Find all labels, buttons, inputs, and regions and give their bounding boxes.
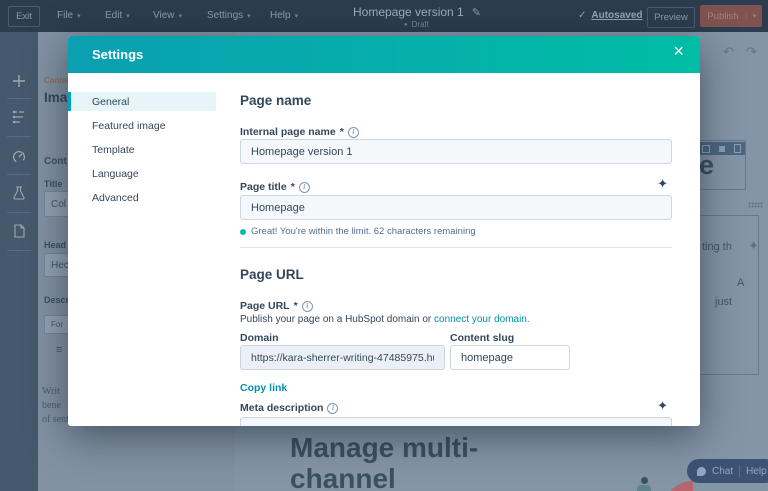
page-title-input[interactable] bbox=[240, 195, 672, 220]
menu-help[interactable]: Help ▾ bbox=[270, 10, 298, 21]
publish-button[interactable]: Publish ▾ bbox=[700, 5, 762, 27]
title-length-feedback: Great! You're within the limit. 62 chara… bbox=[240, 226, 476, 237]
divider bbox=[7, 98, 31, 99]
page-url-label: Page URL * i bbox=[240, 300, 313, 312]
check-icon: ✓ bbox=[578, 10, 587, 21]
nav-item-advanced[interactable]: Advanced bbox=[68, 188, 216, 207]
content-slug-label: Content slug bbox=[450, 332, 515, 344]
panel-heading: Ima bbox=[44, 90, 68, 105]
page-document-icon[interactable] bbox=[12, 224, 26, 243]
domain-input[interactable] bbox=[240, 345, 445, 370]
domain-label: Domain bbox=[240, 332, 279, 344]
nav-item-template[interactable]: Template bbox=[68, 140, 216, 159]
illustration-person-body bbox=[637, 485, 651, 491]
preview-button[interactable]: Preview bbox=[647, 7, 695, 28]
chat-help-widget[interactable]: Chat Help bbox=[687, 459, 768, 483]
meta-description-textarea[interactable] bbox=[240, 417, 672, 426]
add-module-icon[interactable] bbox=[12, 74, 26, 93]
divider bbox=[7, 136, 31, 137]
chevron-down-icon: ▾ bbox=[77, 12, 81, 20]
hubspot-page-editor: Exit File ▾ Edit ▾ View ▾ Settings ▾ Hel… bbox=[0, 0, 768, 491]
divider bbox=[240, 247, 672, 248]
ai-sparkle-icon[interactable]: ✦ bbox=[657, 176, 668, 192]
chevron-down-icon: ▾ bbox=[126, 12, 130, 20]
draft-status: ● Draft bbox=[404, 20, 429, 29]
text-fragment[interactable]: just bbox=[715, 296, 732, 308]
info-icon[interactable]: i bbox=[298, 181, 310, 193]
internal-page-name-input[interactable] bbox=[240, 139, 672, 164]
chat-bubble-icon bbox=[697, 466, 706, 476]
nav-item-featured-image[interactable]: Featured image bbox=[68, 116, 216, 135]
chevron-down-icon: ▾ bbox=[247, 12, 251, 20]
nav-item-general[interactable]: General bbox=[68, 92, 216, 111]
required-asterisk: * bbox=[339, 126, 344, 138]
undo-icon[interactable]: ↶ bbox=[723, 44, 734, 60]
heading-fragment[interactable]: e bbox=[699, 150, 714, 181]
success-dot-icon bbox=[240, 228, 246, 235]
optimize-gauge-icon[interactable] bbox=[12, 150, 26, 169]
section-heading-page-url: Page URL bbox=[240, 267, 304, 282]
hero-heading[interactable]: Manage multi- channel bbox=[290, 432, 478, 491]
autosaved-indicator[interactable]: ✓ Autosaved bbox=[578, 10, 643, 21]
field-label: Title bbox=[44, 179, 63, 189]
drag-handle-icon[interactable] bbox=[748, 202, 763, 208]
publish-dropdown-caret-icon[interactable]: ▾ bbox=[746, 12, 762, 20]
ai-sparkle-icon[interactable]: ✦ bbox=[657, 398, 668, 414]
pencil-icon[interactable]: ✎ bbox=[472, 6, 481, 19]
divider bbox=[7, 174, 31, 175]
field-label: Descr bbox=[44, 295, 70, 305]
field-label: Head bbox=[44, 240, 67, 250]
nav-item-language[interactable]: Language bbox=[68, 164, 216, 183]
exit-button[interactable]: Exit bbox=[8, 6, 40, 27]
contents-tree-icon[interactable] bbox=[12, 110, 26, 129]
style-icon[interactable] bbox=[718, 145, 725, 152]
test-flask-icon[interactable] bbox=[12, 186, 26, 205]
text-fragment[interactable]: ting th bbox=[702, 241, 732, 253]
hero-illustration bbox=[633, 475, 693, 491]
content-slug-input[interactable] bbox=[450, 345, 570, 370]
delete-icon[interactable] bbox=[733, 144, 741, 153]
help-button[interactable]: Help bbox=[746, 466, 767, 477]
modal-title: Settings bbox=[92, 47, 144, 62]
illustration-circle bbox=[663, 481, 693, 491]
divider bbox=[7, 212, 31, 213]
close-icon[interactable]: × bbox=[673, 42, 684, 60]
add-section-sparkle-icon[interactable]: ✦ bbox=[748, 238, 759, 254]
top-menubar: Exit File ▾ Edit ▾ View ▾ Settings ▾ Hel… bbox=[0, 0, 768, 32]
menu-edit[interactable]: Edit ▾ bbox=[105, 10, 130, 21]
illustration-person-head bbox=[641, 477, 648, 484]
copy-link-button[interactable]: Copy link bbox=[240, 382, 287, 394]
page-title-topbar[interactable]: Homepage version 1 ✎ bbox=[353, 5, 481, 19]
menu-view[interactable]: View ▾ bbox=[153, 10, 182, 21]
modal-content: Page name Internal page name * i Page ti… bbox=[216, 73, 700, 426]
modal-header: Settings × bbox=[68, 36, 700, 73]
page-url-helper-text: Publish your page on a HubSpot domain or… bbox=[240, 314, 530, 325]
chevron-down-icon: ▾ bbox=[178, 12, 183, 20]
divider bbox=[739, 465, 741, 477]
info-icon[interactable]: i bbox=[347, 126, 359, 138]
page-title-label: Page title * i bbox=[240, 181, 310, 193]
section-heading-page-name: Page name bbox=[240, 93, 312, 108]
redo-icon[interactable]: ↷ bbox=[746, 44, 757, 60]
panel-section-label: Cont bbox=[44, 156, 67, 167]
connect-domain-link[interactable]: connect your domain. bbox=[434, 314, 530, 325]
internal-page-name-label: Internal page name * i bbox=[240, 126, 359, 138]
chevron-down-icon: ▾ bbox=[294, 12, 299, 20]
chat-button[interactable]: Chat bbox=[712, 466, 733, 477]
info-icon[interactable]: i bbox=[301, 300, 313, 312]
text-format-icon[interactable]: ≡ bbox=[56, 344, 62, 356]
text-fragment[interactable]: A bbox=[737, 277, 744, 289]
editor-icon-rail bbox=[0, 32, 38, 491]
required-asterisk: * bbox=[290, 181, 295, 193]
status-dot-icon: ● bbox=[404, 21, 408, 28]
modal-nav: General Featured image Template Language… bbox=[68, 73, 216, 426]
menu-settings[interactable]: Settings ▾ bbox=[207, 10, 251, 21]
settings-modal: Settings × General Featured image Templa… bbox=[68, 36, 700, 426]
divider bbox=[7, 250, 31, 251]
info-icon[interactable]: i bbox=[327, 402, 339, 414]
required-asterisk: * bbox=[293, 300, 298, 312]
menu-file[interactable]: File ▾ bbox=[57, 10, 81, 21]
meta-description-label: Meta description i bbox=[240, 402, 339, 414]
